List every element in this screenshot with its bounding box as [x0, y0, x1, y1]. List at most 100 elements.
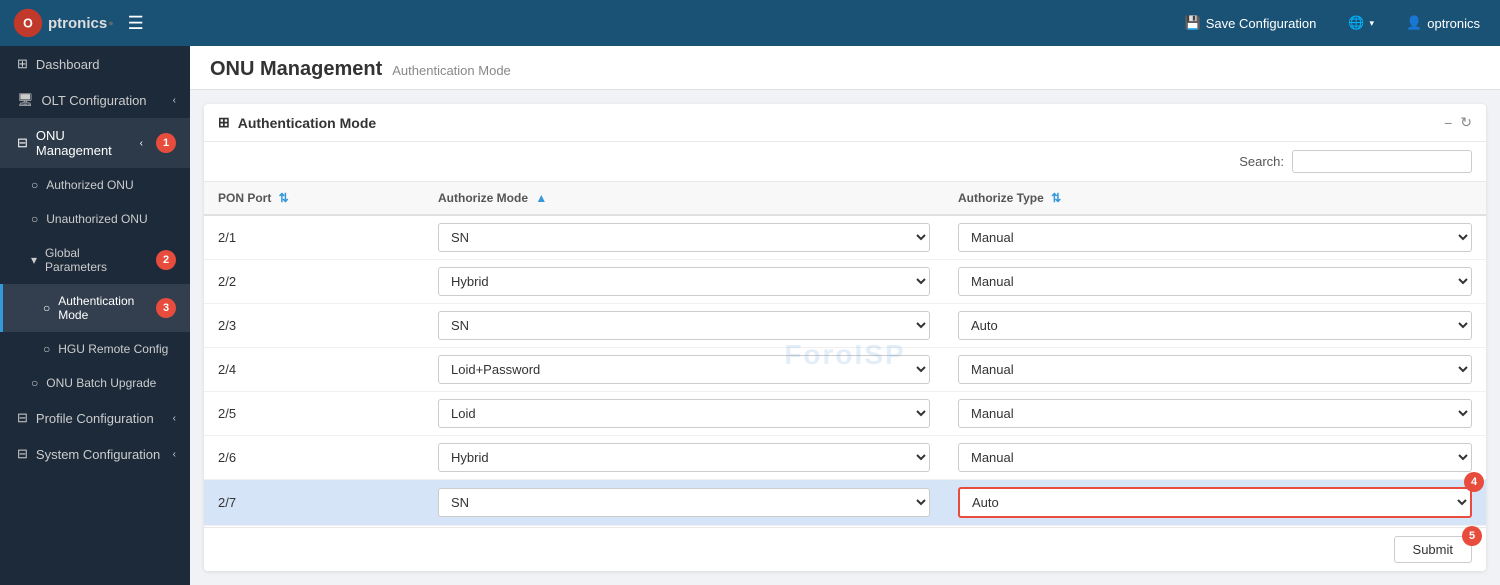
- authorize-mode-select[interactable]: SNHybridLoid+PasswordLoidSN+Password: [438, 399, 930, 428]
- authorize-type-select[interactable]: ManualAuto: [958, 399, 1472, 428]
- table-row: 2/3SNHybridLoid+PasswordLoidSN+PasswordM…: [204, 304, 1486, 348]
- authorize-type-cell: ManualAuto: [944, 436, 1486, 480]
- content-area: ONU Management Authentication Mode ⊞ Aut…: [190, 46, 1500, 585]
- minimize-icon[interactable]: −: [1444, 115, 1452, 131]
- refresh-icon[interactable]: ↻: [1460, 114, 1472, 131]
- card-title-label: Authentication Mode: [238, 115, 376, 131]
- authorize-type-select[interactable]: ManualAuto: [958, 267, 1472, 296]
- authorize-mode-select[interactable]: SNHybridLoid+PasswordLoidSN+Password: [438, 267, 930, 296]
- authorize-type-cell: ManualAuto: [944, 348, 1486, 392]
- sidebar-item-olt-config[interactable]: 🖥 OLT Configuration ‹: [0, 82, 190, 118]
- circle-icon: ○: [31, 376, 38, 390]
- hamburger-icon[interactable]: ☰: [128, 13, 144, 34]
- authorize-type-select[interactable]: ManualAuto: [958, 487, 1472, 518]
- sidebar: ⊞ Dashboard 🖥 OLT Configuration ‹ ⊟ ONU …: [0, 46, 190, 585]
- authorize-mode-cell: SNHybridLoid+PasswordLoidSN+Password: [424, 392, 944, 436]
- sort-icon: ▲: [535, 191, 547, 205]
- card-header: ⊞ Authentication Mode − ↻: [204, 104, 1486, 142]
- table-icon: ⊞: [218, 114, 230, 131]
- table-row: 2/2SNHybridLoid+PasswordLoidSN+PasswordM…: [204, 260, 1486, 304]
- col-authorize-type[interactable]: Authorize Type ⇅: [944, 182, 1486, 215]
- globe-button[interactable]: 🌐 ▾: [1340, 11, 1382, 35]
- page-title-row: ONU Management Authentication Mode: [210, 58, 1480, 81]
- table-row: 2/8SNHybridLoid+PasswordLoidSN+PasswordM…: [204, 526, 1486, 528]
- navbar: O ptronics ● ☰ 💾 Save Configuration 🌐 ▾ …: [0, 0, 1500, 46]
- sidebar-item-authentication-mode[interactable]: ○ Authentication Mode 3: [0, 284, 190, 332]
- expand-icon: ▾: [31, 253, 37, 267]
- globe-icon: 🌐: [1348, 15, 1364, 31]
- authorize-type-select[interactable]: ManualAuto: [958, 223, 1472, 252]
- save-icon: 💾: [1185, 15, 1201, 31]
- card-title: ⊞ Authentication Mode: [218, 114, 376, 131]
- table-header-row: PON Port ⇅ Authorize Mode ▲ Authorize Ty…: [204, 182, 1486, 215]
- svg-text:O: O: [23, 16, 33, 30]
- authorize-type-cell: ManualAuto: [944, 260, 1486, 304]
- sidebar-item-label: Unauthorized ONU: [46, 212, 147, 226]
- annotation-badge-2: 2: [156, 250, 176, 270]
- pon-port-cell: 2/1: [204, 215, 424, 260]
- pon-port-cell: 2/4: [204, 348, 424, 392]
- chevron-icon: ‹: [140, 138, 143, 149]
- onu-icon: ⊟: [17, 135, 28, 151]
- authorize-mode-cell: SNHybridLoid+PasswordLoidSN+Password: [424, 304, 944, 348]
- annotation-badge-4: 4: [1464, 472, 1484, 492]
- sidebar-item-authorized-onu[interactable]: ○ Authorized ONU: [0, 168, 190, 202]
- circle-icon: ○: [31, 212, 38, 226]
- olt-icon: 🖥: [17, 92, 34, 108]
- sort-icon: ⇅: [279, 191, 289, 205]
- navbar-left: O ptronics ● ☰: [12, 7, 144, 39]
- save-config-button[interactable]: 💾 Save Configuration: [1177, 11, 1325, 35]
- sort-icon: ⇅: [1051, 191, 1061, 205]
- annotation-badge-5: 5: [1462, 526, 1482, 546]
- col-authorize-mode[interactable]: Authorize Mode ▲: [424, 182, 944, 215]
- annotation-badge-1: 1: [156, 133, 176, 153]
- authorize-type-cell: ManualAuto: [944, 392, 1486, 436]
- user-button[interactable]: 👤 optronics: [1398, 11, 1488, 35]
- card-actions: − ↻: [1444, 114, 1472, 131]
- sidebar-item-label: Authentication Mode: [58, 294, 143, 322]
- col-pon-port[interactable]: PON Port ⇅: [204, 182, 424, 215]
- table-row: 2/4 SNHybridLoid+PasswordLoidSN+Password M…: [204, 348, 1486, 392]
- sidebar-item-global-parameters[interactable]: ▾ Global Parameters 2: [0, 236, 190, 284]
- sidebar-item-onu-batch-upgrade[interactable]: ○ ONU Batch Upgrade: [0, 366, 190, 400]
- user-icon: 👤: [1406, 15, 1422, 31]
- authorize-mode-select[interactable]: SNHybridLoid+PasswordLoidSN+Password: [438, 223, 930, 252]
- sidebar-item-hgu-remote-config[interactable]: ○ HGU Remote Config: [0, 332, 190, 366]
- authorize-type-cell: ManualAuto: [944, 304, 1486, 348]
- authorize-mode-cell: SNHybridLoid+PasswordLoidSN+Password: [424, 215, 944, 260]
- pon-port-cell: 2/5: [204, 392, 424, 436]
- sidebar-item-label: OLT Configuration: [42, 93, 147, 108]
- table-wrapper: ForoISP PON Port ⇅ Authorize Mode ▲ Auth…: [204, 182, 1486, 527]
- authorize-type-select[interactable]: ManualAuto: [958, 355, 1472, 384]
- sidebar-item-system-config[interactable]: ⊟ System Configuration ‹: [0, 436, 190, 472]
- chevron-down-icon: ▾: [1370, 18, 1375, 29]
- chevron-icon: ‹: [173, 449, 176, 460]
- sidebar-item-dashboard[interactable]: ⊞ Dashboard: [0, 46, 190, 82]
- sidebar-item-unauthorized-onu[interactable]: ○ Unauthorized ONU: [0, 202, 190, 236]
- sidebar-item-label: ONU Batch Upgrade: [46, 376, 156, 390]
- authorize-type-select[interactable]: ManualAuto: [958, 311, 1472, 340]
- circle-icon: ○: [43, 342, 50, 356]
- authorize-mode-select[interactable]: SNHybridLoid+PasswordLoidSN+Password: [438, 355, 930, 384]
- sidebar-item-label: Authorized ONU: [46, 178, 133, 192]
- chevron-icon: ‹: [173, 95, 176, 106]
- main-card: ⊞ Authentication Mode − ↻ Search: ForoIS…: [204, 104, 1486, 571]
- pon-port-cell: 2/6: [204, 436, 424, 480]
- authorize-mode-select[interactable]: SNHybridLoid+PasswordLoidSN+Password: [438, 311, 930, 340]
- navbar-right: 💾 Save Configuration 🌐 ▾ 👤 optronics: [1177, 11, 1488, 35]
- authorize-mode-cell: SNHybridLoid+PasswordLoidSN+Password: [424, 260, 944, 304]
- page-breadcrumb: Authentication Mode: [392, 63, 511, 78]
- data-table: PON Port ⇅ Authorize Mode ▲ Authorize Ty…: [204, 182, 1486, 527]
- authorize-mode-select[interactable]: SNHybridLoid+PasswordLoidSN+Password: [438, 488, 930, 517]
- sidebar-item-label: Dashboard: [36, 57, 100, 72]
- authorize-mode-select[interactable]: SNHybridLoid+PasswordLoidSN+Password: [438, 443, 930, 472]
- save-config-label: Save Configuration: [1206, 16, 1317, 31]
- submit-button[interactable]: Submit: [1394, 536, 1472, 563]
- pon-port-cell: 2/7: [204, 480, 424, 526]
- main-layout: ⊞ Dashboard 🖥 OLT Configuration ‹ ⊟ ONU …: [0, 46, 1500, 585]
- card-footer: Submit 5: [204, 527, 1486, 571]
- search-input[interactable]: [1292, 150, 1472, 173]
- sidebar-item-profile-config[interactable]: ⊟ Profile Configuration ‹: [0, 400, 190, 436]
- authorize-type-select[interactable]: ManualAuto: [958, 443, 1472, 472]
- sidebar-item-onu-management[interactable]: ⊟ ONU Management ‹ 1: [0, 118, 190, 168]
